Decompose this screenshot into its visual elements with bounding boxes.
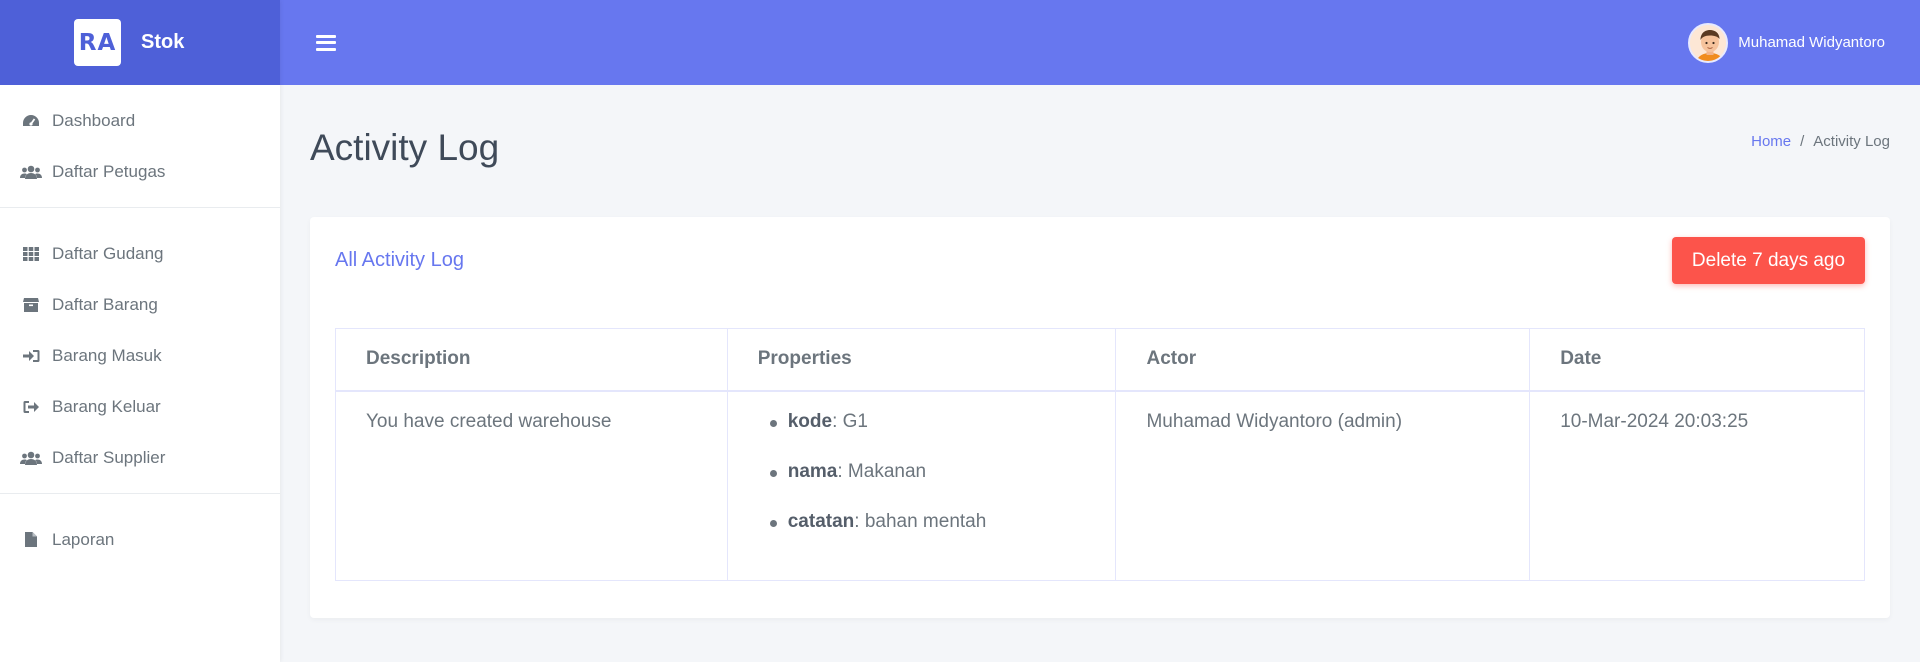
activity-log-table: Description Properties Actor Date You ha… bbox=[335, 328, 1865, 581]
column-header-description: Description bbox=[335, 328, 728, 392]
sidebar-item-dashboard[interactable]: Dashboard bbox=[0, 95, 280, 146]
sidebar-item-daftar-barang[interactable]: Daftar Barang bbox=[0, 279, 280, 330]
sidebar-item-label: Barang Masuk bbox=[52, 345, 162, 365]
brand-name: Stok bbox=[141, 31, 185, 53]
user-menu[interactable]: Muhamad Widyantoro bbox=[1688, 22, 1885, 63]
grid-icon bbox=[20, 246, 42, 261]
page-title: Activity Log bbox=[310, 127, 500, 168]
sidebar-item-label: Daftar Barang bbox=[52, 294, 158, 314]
sidebar-item-daftar-supplier[interactable]: Daftar Supplier bbox=[0, 432, 280, 483]
column-header-actor: Actor bbox=[1115, 328, 1531, 392]
properties-list: kode: G1 nama: Makanan catatan: bahan me… bbox=[758, 411, 1086, 561]
topbar: Muhamad Widyantoro bbox=[280, 0, 1920, 85]
breadcrumb-current: Activity Log bbox=[1813, 133, 1890, 150]
menu-toggle-icon[interactable] bbox=[316, 34, 336, 51]
cell-properties: kode: G1 nama: Makanan catatan: bahan me… bbox=[726, 390, 1117, 581]
property-value: : G1 bbox=[832, 410, 868, 432]
sidebar-item-label: Daftar Gudang bbox=[52, 243, 164, 263]
sidebar-item-label: Daftar Supplier bbox=[52, 447, 166, 467]
brand-logo: RA bbox=[74, 19, 121, 66]
property-value: : bahan mentah bbox=[854, 510, 987, 532]
file-icon bbox=[20, 532, 42, 547]
brand-logo-text: RA bbox=[78, 29, 117, 56]
breadcrumb-home-link[interactable]: Home bbox=[1751, 133, 1791, 150]
tachometer-icon bbox=[20, 114, 42, 128]
cell-description: You have created warehouse bbox=[335, 390, 728, 581]
sign-in-icon bbox=[20, 349, 42, 363]
delete-old-logs-button[interactable]: Delete 7 days ago bbox=[1672, 237, 1865, 284]
sidebar-divider bbox=[0, 207, 280, 208]
card-title-link[interactable]: All Activity Log bbox=[335, 249, 464, 272]
sidebar-item-label: Daftar Petugas bbox=[52, 161, 166, 181]
property-item: catatan: bahan mentah bbox=[769, 510, 1086, 561]
sidebar-nav: Dashboard Daftar Petugas Daftar Gudang D… bbox=[0, 85, 280, 565]
cell-date: 10-Mar-2024 20:03:25 bbox=[1529, 390, 1865, 581]
column-header-properties: Properties bbox=[726, 328, 1117, 392]
cell-actor: Muhamad Widyantoro (admin) bbox=[1115, 390, 1531, 581]
breadcrumb-separator: / bbox=[1800, 133, 1805, 150]
sidebar-item-barang-keluar[interactable]: Barang Keluar bbox=[0, 381, 280, 432]
breadcrumb: Home / Activity Log bbox=[1751, 133, 1890, 150]
users-icon bbox=[20, 451, 42, 465]
activity-log-card: All Activity Log Delete 7 days ago Descr… bbox=[310, 217, 1890, 618]
sidebar-item-daftar-petugas[interactable]: Daftar Petugas bbox=[0, 146, 280, 197]
sidebar-divider bbox=[0, 493, 280, 494]
sidebar-item-barang-masuk[interactable]: Barang Masuk bbox=[0, 330, 280, 381]
property-value: : Makanan bbox=[837, 460, 927, 482]
table-header-row: Description Properties Actor Date bbox=[335, 328, 1865, 392]
sidebar: RA Stok Dashboard Daftar Petugas Daftar … bbox=[0, 0, 280, 662]
main-content: Activity Log Home / Activity Log All Act… bbox=[280, 85, 1920, 662]
property-key: nama bbox=[787, 460, 838, 482]
table-row: You have created warehouse kode: G1 nama… bbox=[335, 390, 1865, 581]
avatar bbox=[1688, 22, 1729, 63]
property-key: catatan bbox=[787, 510, 855, 532]
property-item: nama: Makanan bbox=[769, 460, 1086, 511]
column-header-date: Date bbox=[1529, 328, 1865, 392]
sidebar-item-label: Dashboard bbox=[52, 110, 136, 130]
sidebar-item-laporan[interactable]: Laporan bbox=[0, 514, 280, 565]
box-icon bbox=[20, 297, 42, 312]
brand[interactable]: RA Stok bbox=[0, 0, 280, 85]
user-name: Muhamad Widyantoro bbox=[1738, 34, 1885, 51]
users-icon bbox=[20, 165, 42, 179]
sidebar-item-daftar-gudang[interactable]: Daftar Gudang bbox=[0, 228, 280, 279]
property-key: kode bbox=[787, 410, 833, 432]
sidebar-item-label: Laporan bbox=[52, 529, 115, 549]
sign-out-icon bbox=[20, 400, 42, 414]
property-item: kode: G1 bbox=[769, 410, 1086, 461]
sidebar-item-label: Barang Keluar bbox=[52, 396, 161, 416]
